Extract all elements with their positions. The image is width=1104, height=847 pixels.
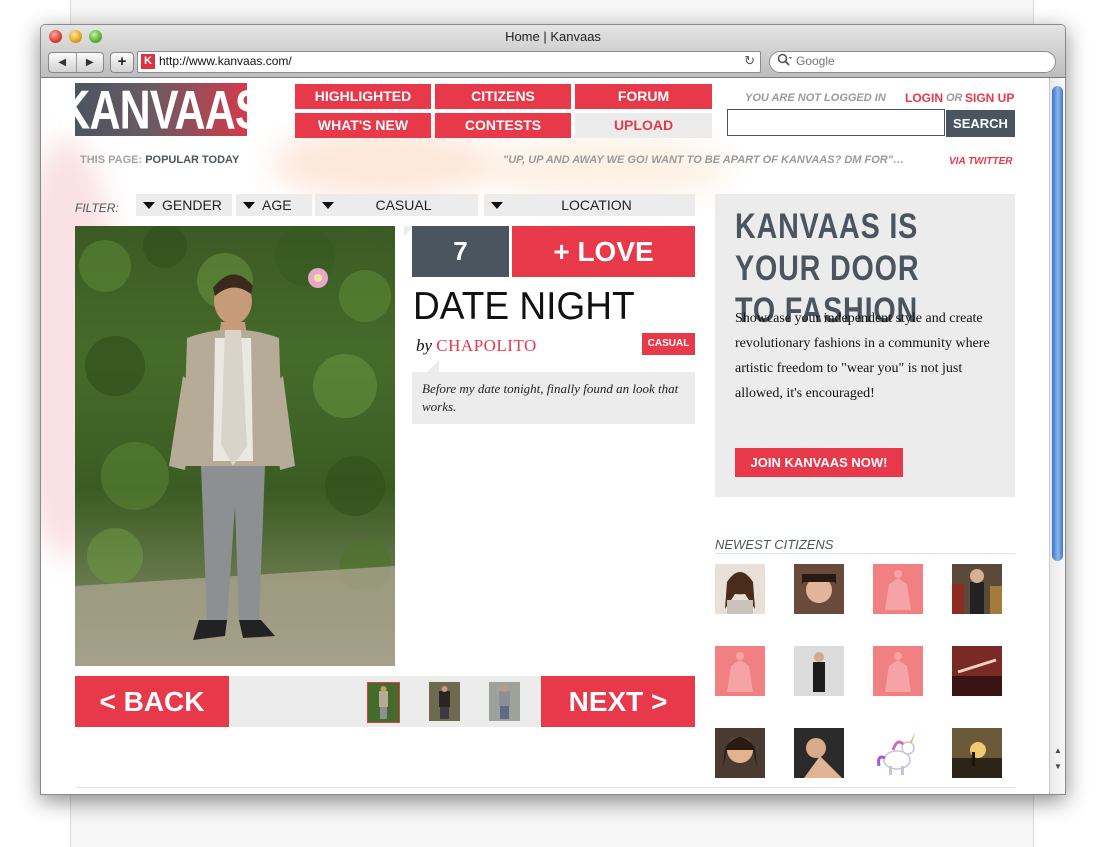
join-button[interactable]: JOIN KANVAAS NOW! [735, 448, 903, 477]
look-title: DATE NIGHT [413, 285, 635, 328]
scroll-down-arrow-icon[interactable]: ▼ [1050, 760, 1065, 774]
login-status: YOU ARE NOT LOGGED IN [745, 92, 886, 104]
or-separator: OR [946, 92, 963, 104]
chevron-down-icon [143, 202, 155, 209]
latest-tweet: "UP, UP AND AWAY WE GO! WANT TO BE APART… [503, 154, 904, 166]
author-link[interactable]: CHAPOLITO [436, 336, 537, 355]
next-button[interactable]: NEXT > [541, 676, 695, 727]
love-button[interactable]: + LOVE [512, 226, 695, 277]
site-favicon-icon: K [141, 54, 155, 69]
forward-arrow-icon[interactable]: ▶ [77, 53, 104, 72]
nav-highlighted[interactable]: HIGHLIGHTED [295, 84, 431, 109]
url-text[interactable]: http://www.kanvaas.com/ [159, 54, 292, 68]
chevron-down-icon [243, 202, 255, 209]
nav-upload[interactable]: UPLOAD [575, 113, 712, 138]
unicorn-avatar[interactable] [873, 728, 923, 778]
love-count: 7 [412, 226, 509, 277]
page-viewport: KANVAAS HIGHLIGHTED CITIZENS FORUM WHAT'… [41, 78, 1049, 794]
login-link[interactable]: LOGIN [905, 91, 943, 105]
watercolor-splash [471, 138, 731, 198]
filter-gender-dropdown[interactable]: GENDER [136, 194, 232, 216]
look-thumbnail[interactable] [489, 682, 520, 721]
citizen-avatar[interactable] [794, 646, 844, 696]
signup-link[interactable]: SIGN UP [965, 91, 1014, 105]
nav-whats-new[interactable]: WHAT'S NEW [295, 113, 431, 138]
filter-style-dropdown[interactable]: CASUAL [315, 194, 478, 216]
promo-body: Showcase your independent style and crea… [735, 311, 990, 401]
byline-prefix: by [416, 336, 433, 355]
look-description-box: Before my date tonight, finally found an… [412, 372, 695, 424]
filter-age-dropdown[interactable]: AGE [236, 194, 312, 216]
citizen-avatar[interactable] [952, 728, 1002, 778]
browser-search-field[interactable] [769, 51, 1056, 73]
style-tag-badge[interactable]: CASUAL [642, 333, 695, 355]
citizen-avatar[interactable] [715, 728, 765, 778]
scrollbar-thumb[interactable] [1052, 86, 1063, 561]
look-byline: by CHAPOLITO [416, 336, 537, 356]
breadcrumb-current: POPULAR TODAY [145, 154, 240, 166]
address-bar[interactable]: K http://www.kanvaas.com/ ↻ [137, 51, 761, 73]
citizen-avatar[interactable] [794, 728, 844, 778]
look-thumbnail[interactable] [429, 682, 460, 721]
section-divider [715, 553, 1015, 554]
scroll-up-arrow-icon[interactable]: ▲ [1050, 744, 1065, 758]
reload-icon[interactable]: ↻ [744, 53, 755, 69]
site-search-input[interactable] [727, 109, 945, 136]
citizen-avatar[interactable] [794, 564, 844, 614]
nav-forum[interactable]: FORUM [575, 84, 712, 109]
search-icon [777, 53, 793, 70]
window-title: Home | Kanvaas [505, 29, 601, 44]
breadcrumb-label: THIS PAGE: [80, 154, 143, 166]
back-button[interactable]: < BACK [75, 676, 229, 727]
filter-label: FILTER: [75, 201, 119, 215]
watercolor-splash [271, 128, 491, 198]
add-bookmark-button[interactable]: + [110, 52, 134, 73]
citizen-avatar[interactable] [952, 564, 1002, 614]
site-logo[interactable]: KANVAAS [59, 79, 263, 141]
newest-citizens-title: NEWEST CITIZENS [715, 537, 834, 552]
vertical-scrollbar[interactable]: ▲ ▼ [1049, 78, 1065, 794]
history-nav: ◀ ▶ [48, 52, 104, 73]
content-divider [75, 787, 1015, 788]
description-pointer [427, 360, 439, 372]
promo-panel: KANVAAS IS YOUR DOOR TO FASHION Showcase… [715, 194, 1015, 497]
default-avatar[interactable] [873, 646, 923, 696]
site-search-button[interactable]: SEARCH [946, 110, 1015, 137]
look-thumbnail[interactable] [367, 682, 400, 723]
citizen-avatar[interactable] [952, 646, 1002, 696]
nav-contests[interactable]: CONTESTS [435, 113, 571, 138]
browser-window: Home | Kanvaas ◀ ▶ + K http://www.kanvaa… [40, 24, 1066, 795]
filter-location-dropdown[interactable]: LOCATION [484, 194, 695, 216]
back-arrow-icon[interactable]: ◀ [49, 53, 77, 72]
browser-search-input[interactable] [796, 54, 1036, 68]
browser-toolbar: Home | Kanvaas ◀ ▶ + K http://www.kanvaa… [41, 25, 1065, 78]
default-avatar[interactable] [715, 646, 765, 696]
look-description: Before my date tonight, finally found an… [422, 381, 679, 414]
breadcrumb: THIS PAGE: POPULAR TODAY [80, 154, 239, 166]
default-avatar[interactable] [873, 564, 923, 614]
look-photo[interactable] [75, 226, 395, 666]
nav-citizens[interactable]: CITIZENS [435, 84, 571, 109]
citizen-avatar[interactable] [715, 564, 765, 614]
via-twitter-link[interactable]: VIA TWITTER [949, 156, 1013, 167]
